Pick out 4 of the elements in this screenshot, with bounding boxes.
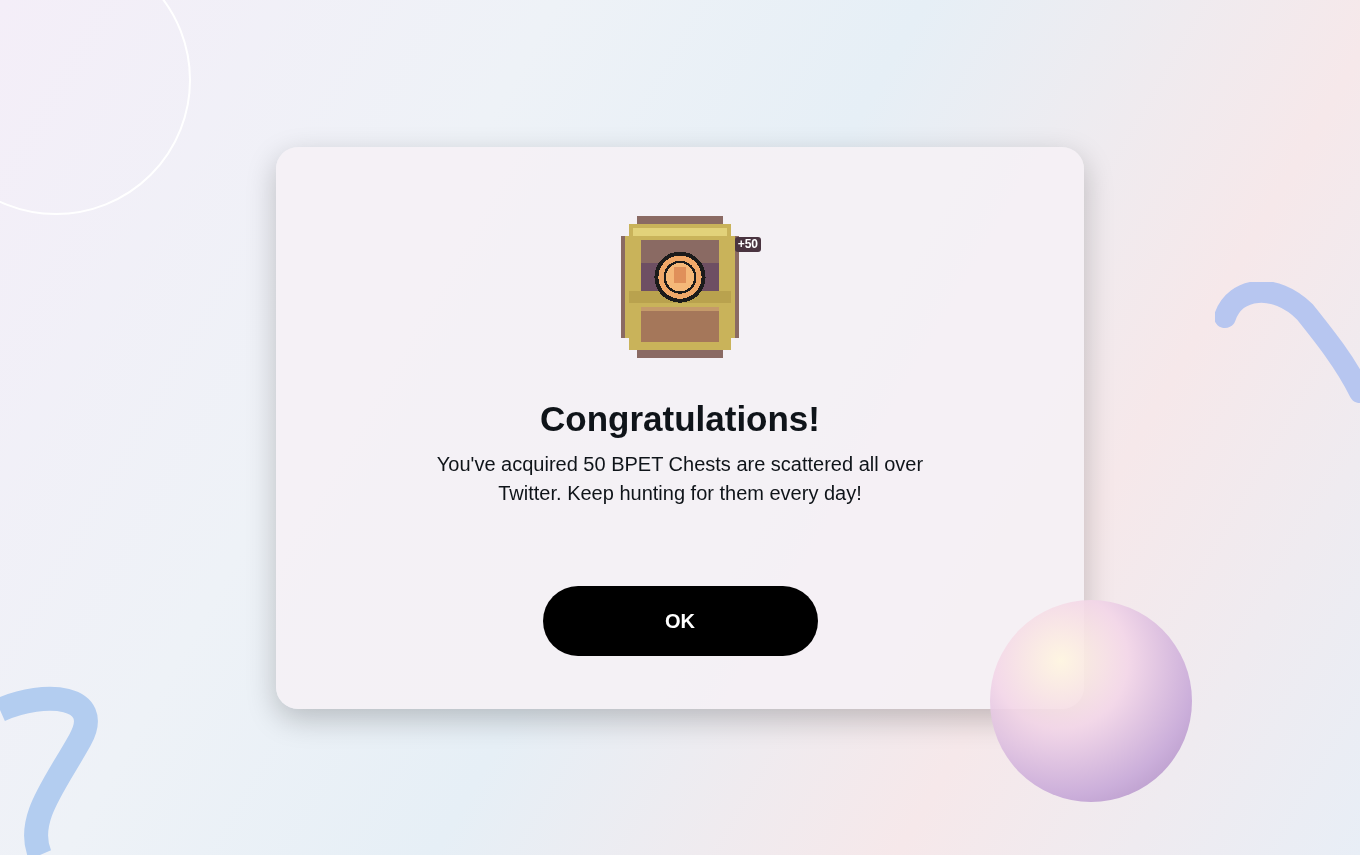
ok-button[interactable]: OK <box>542 585 818 656</box>
dialog-title: Congratulations! <box>540 400 820 436</box>
dialog-message: You've acquired 50 BPET Chests are scattered all over Twitter. Keep hunting for them every day! <box>435 451 925 506</box>
reward-amount: +50 <box>734 236 761 252</box>
